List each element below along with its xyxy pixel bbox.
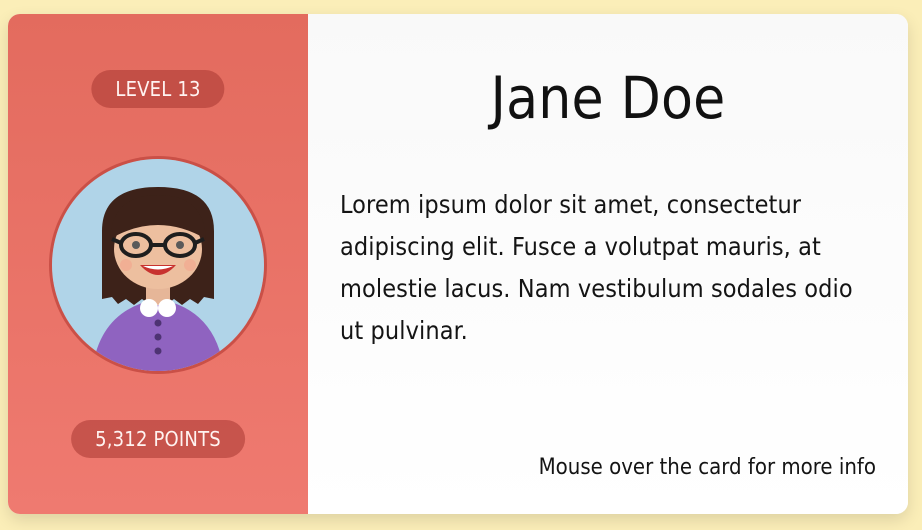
avatar: [52, 159, 264, 371]
points-badge: 5,312 POINTS: [71, 420, 245, 458]
profile-name: Jane Doe: [490, 64, 726, 132]
card-right-panel: Jane Doe Lorem ipsum dolor sit amet, con…: [308, 14, 908, 514]
profile-card[interactable]: LEVEL 13 5,312 POINTS Jane Doe Lorem ips…: [8, 14, 908, 514]
woman-with-glasses-avatar-icon: [52, 159, 264, 371]
level-badge: LEVEL 13: [91, 70, 225, 108]
profile-description: Lorem ipsum dolor sit amet, consectetur …: [340, 190, 853, 345]
card-left-panel: LEVEL 13 5,312 POINTS: [8, 14, 308, 514]
hover-hint: Mouse over the card for more info: [538, 455, 876, 480]
